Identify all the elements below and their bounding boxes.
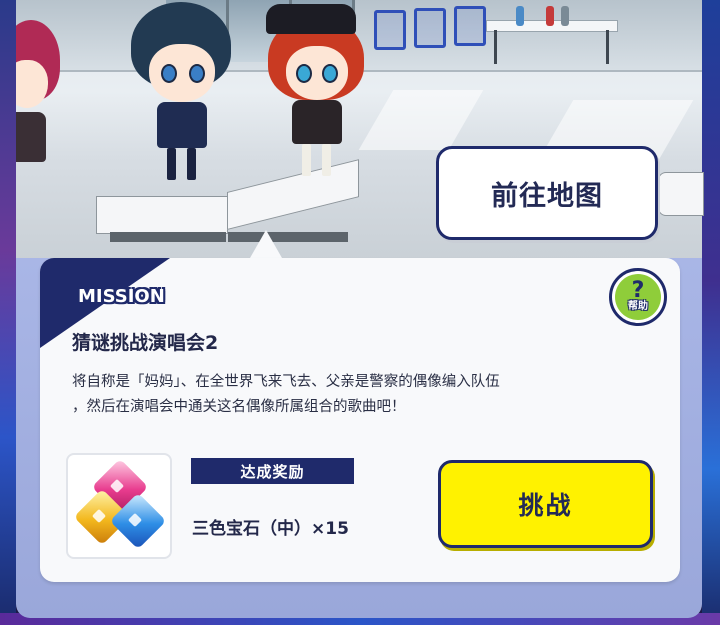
bottle [516, 6, 524, 26]
mission-description: 将自称是「妈妈」、在全世界飞来飞去、父亲是警察的偶像编入队伍 ，然后在演唱会中通… [72, 370, 652, 420]
character-face [149, 44, 215, 102]
stage-platform [96, 196, 228, 234]
chair [374, 10, 406, 50]
stage-platform-edge [658, 172, 704, 216]
chair [414, 8, 446, 48]
help-icon: ? 帮助 [615, 274, 661, 320]
panel-pointer [250, 230, 282, 258]
mission-description-line: 将自称是「妈妈」、在全世界飞来飞去、父亲是警察的偶像编入队伍 [72, 374, 500, 390]
character-eye [322, 64, 338, 83]
character-red-hair-cap[interactable] [264, 0, 374, 182]
character-eye [189, 64, 205, 83]
table-leg [606, 30, 609, 64]
platform-side [228, 232, 348, 242]
character-eye [296, 64, 312, 83]
go-to-map-button[interactable]: 前往地图 [436, 146, 658, 240]
reward-item-text: 三色宝石（中）×15 [192, 519, 349, 539]
chair [454, 6, 486, 46]
question-mark-icon: ? [631, 278, 645, 303]
police-cap [266, 4, 356, 34]
reward-header: 达成奖励 [191, 458, 354, 484]
platform-side [110, 232, 226, 242]
mission-panel: MISSION ? 帮助 猜谜挑战演唱会2 将自称是「妈妈」、在全世界飞来飞去、… [40, 258, 680, 582]
bottle [561, 6, 569, 26]
character-body [16, 112, 46, 162]
character-leg [322, 144, 331, 176]
table-leg [494, 30, 497, 64]
character-leg [302, 144, 311, 176]
character-body [292, 100, 342, 144]
reward-item-box[interactable] [66, 453, 172, 559]
mission-description-line: ，然后在演唱会中通关这名偶像所属组合的歌曲吧！ [72, 399, 406, 415]
character-leg [167, 148, 176, 180]
character-leg [187, 148, 196, 180]
character-body [157, 102, 207, 148]
character-blue-hair[interactable] [131, 2, 241, 187]
character-face [16, 60, 48, 108]
help-button[interactable]: ? 帮助 [609, 268, 667, 326]
help-label: 帮助 [628, 301, 648, 312]
challenge-button[interactable]: 挑战 [438, 460, 653, 548]
floor-reflection [358, 90, 484, 150]
mission-tag: MISSION [78, 286, 165, 307]
right-border-glow [702, 0, 720, 625]
mission-title: 猜谜挑战演唱会2 [72, 332, 219, 354]
left-border-glow [0, 0, 16, 625]
bottle [546, 6, 554, 26]
character-eye [161, 64, 177, 83]
character-red-hair-left[interactable] [16, 20, 66, 190]
